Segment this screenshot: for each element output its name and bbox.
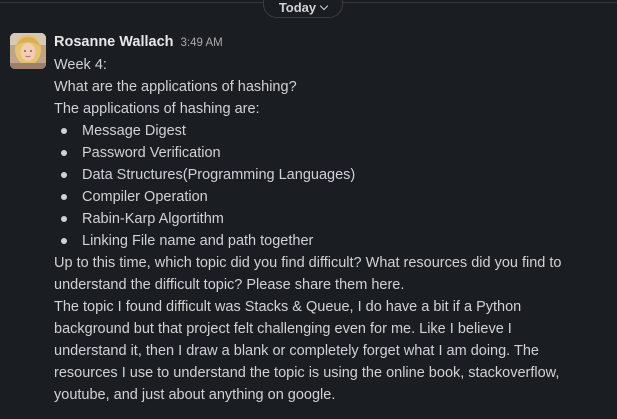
message-line: Week 4: bbox=[54, 57, 107, 73]
message-line: understand the difficult topic? Please s… bbox=[54, 277, 405, 293]
chevron-down-icon bbox=[319, 1, 329, 10]
message-header: Rosanne Wallach 3:49 AM bbox=[54, 34, 609, 52]
message-line: understand it, then I draw a blank or co… bbox=[54, 343, 539, 359]
list-item: Compiler Operation bbox=[54, 186, 609, 208]
list-item: Rabin-Karp Algortithm bbox=[54, 208, 609, 230]
list-item: Password Verification bbox=[54, 142, 609, 164]
list-item: Message Digest bbox=[54, 120, 609, 142]
date-jump-button[interactable]: Today bbox=[263, 0, 343, 18]
author-name[interactable]: Rosanne Wallach bbox=[54, 34, 174, 50]
message-line: What are the applications of hashing? bbox=[54, 79, 297, 95]
date-label: Today bbox=[278, 0, 317, 15]
avatar-image bbox=[10, 33, 46, 69]
date-divider: Today bbox=[0, 0, 617, 20]
message-line: background but that project felt challen… bbox=[54, 321, 512, 337]
bullet-list: Message Digest Password Verification Dat… bbox=[54, 120, 609, 252]
list-item: Linking File name and path together bbox=[54, 230, 609, 252]
message-timestamp[interactable]: 3:49 AM bbox=[181, 37, 223, 49]
message-line: The topic I found difficult was Stacks &… bbox=[54, 299, 522, 315]
message-body: Week 4: What are the applications of has… bbox=[54, 54, 609, 406]
message-line: The applications of hashing are: bbox=[54, 101, 260, 117]
message: Rosanne Wallach 3:49 AM Week 4: What are… bbox=[54, 34, 609, 406]
message-line: Up to this time, which topic did you fin… bbox=[54, 255, 562, 271]
avatar[interactable] bbox=[10, 33, 46, 69]
list-item: Data Structures(Programming Languages) bbox=[54, 164, 609, 186]
message-line: youtube, and just about anything on goog… bbox=[54, 387, 336, 403]
message-line: resources I use to understand the topic … bbox=[54, 365, 560, 381]
